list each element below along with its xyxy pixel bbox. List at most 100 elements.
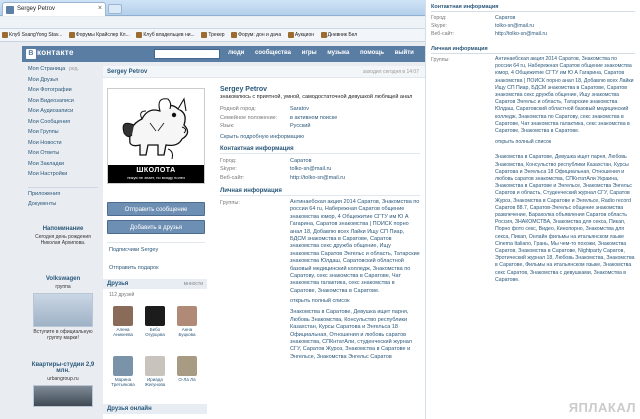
groups-row: Группы: Антинаебская акция 2014 Саратов,… bbox=[220, 199, 420, 295]
rp-personal-title: Личная информация bbox=[431, 46, 635, 54]
ad-apartments[interactable]: Квартиры-студии 2,9 млн. urbangroup.ru bbox=[26, 362, 100, 407]
send-gift-link[interactable]: Отправить подарок bbox=[109, 265, 159, 271]
friend-name[interactable]: Алена Аникеева bbox=[113, 327, 133, 337]
info-row-relationship: Семейное положение: в активном поиске bbox=[220, 114, 420, 123]
menu-news[interactable]: Мои Новости bbox=[22, 140, 102, 151]
friend-name[interactable]: Бебо Огурцова bbox=[145, 327, 165, 337]
menu-apps[interactable]: Приложения bbox=[22, 191, 102, 202]
rp-key: Skype: bbox=[431, 23, 447, 29]
rp-show-full-list-link[interactable]: открыть полный список bbox=[495, 139, 635, 146]
friend-card[interactable]: Марина Третьякова bbox=[111, 356, 135, 387]
ad-subtitle: urbangroup.ru bbox=[47, 376, 79, 382]
personal-section-title: Личная информация bbox=[220, 188, 420, 196]
menu-videos[interactable]: Мои Видеозаписи bbox=[22, 98, 102, 109]
friend-avatar[interactable] bbox=[145, 356, 165, 376]
vk-logo-text: контакте bbox=[37, 48, 74, 57]
online-friends-header[interactable]: Друзья онлайн bbox=[103, 404, 207, 414]
horse-cartoon-image bbox=[108, 89, 204, 167]
friend-name[interactable]: Марина Третьякова bbox=[111, 377, 135, 387]
tab-title: Sergey Petrov bbox=[17, 6, 56, 12]
menu-bookmarks[interactable]: Мои Закладки bbox=[22, 161, 102, 172]
new-tab-button[interactable] bbox=[108, 4, 122, 14]
profile-photo[interactable]: ШКОЛОТА никуя не знает, но всюду полез bbox=[107, 88, 205, 184]
nav-communities[interactable]: сообщества bbox=[255, 50, 291, 56]
menu-groups[interactable]: Мои Группы bbox=[22, 129, 102, 140]
friend-card[interactable]: Алена Аникеева bbox=[111, 306, 135, 337]
menu-audio[interactable]: Мои Аудиозаписи bbox=[22, 108, 102, 119]
ad-title[interactable]: Volkswagen bbox=[26, 276, 100, 282]
bookmark-item[interactable]: Аукцион bbox=[286, 29, 317, 38]
ad-image[interactable] bbox=[33, 385, 93, 407]
info-value[interactable]: в активном поиске bbox=[290, 114, 420, 123]
bookmark-item[interactable]: Клуб SsangYong Stav... bbox=[0, 29, 65, 38]
info-value[interactable]: Русский bbox=[290, 122, 420, 131]
rp-groups-list[interactable]: Антинаебская акция 2014 Саратов, Знакомс… bbox=[495, 56, 635, 135]
bookmark-item[interactable]: Трекер bbox=[199, 29, 227, 38]
ad-text: Вступите в официальную группу марки! bbox=[33, 329, 93, 341]
friend-avatar[interactable] bbox=[177, 356, 197, 376]
friend-card[interactable]: Ириада Жигунова bbox=[143, 356, 167, 387]
friend-name[interactable]: О-Ла Ла bbox=[178, 377, 195, 382]
rp-value[interactable]: tolko-sn@mail.ru bbox=[495, 22, 635, 30]
edit-link[interactable]: ред. bbox=[69, 66, 79, 72]
friend-name[interactable]: Анна Буцкова bbox=[178, 327, 195, 337]
nav-logout[interactable]: выйти bbox=[395, 50, 414, 56]
bookmark-item[interactable]: Клуб владельцев ни... bbox=[134, 29, 197, 38]
ad-image[interactable] bbox=[33, 293, 93, 327]
info-key: Родной город: bbox=[220, 106, 256, 112]
menu-answers[interactable]: Мои Ответы bbox=[22, 150, 102, 161]
send-message-button[interactable]: Отправить сообщение bbox=[107, 202, 205, 216]
friend-avatar[interactable] bbox=[113, 356, 133, 376]
hide-details-link[interactable]: Скрыть подробную информацию bbox=[220, 134, 420, 140]
menu-photos[interactable]: Мои Фотографии bbox=[22, 87, 102, 98]
browser-tab[interactable]: Sergey Petrov × bbox=[2, 2, 106, 16]
menu-my-page[interactable]: Моя Страница ред. bbox=[22, 66, 102, 77]
search-input[interactable] bbox=[154, 49, 220, 59]
top-nav: люди сообщества игры музыка помощь выйти bbox=[228, 50, 423, 56]
contact-value[interactable]: Саратов bbox=[290, 157, 420, 166]
ad-volkswagen[interactable]: Volkswagen группа Вступите в официальную… bbox=[26, 276, 100, 341]
show-full-list-link[interactable]: открыть полный список bbox=[290, 298, 420, 304]
vk-logo[interactable]: Вконтакте bbox=[26, 48, 84, 60]
nav-people[interactable]: люди bbox=[228, 50, 244, 56]
friends-more[interactable]: мнности bbox=[184, 281, 203, 287]
rp-value[interactable]: Саратов bbox=[495, 14, 635, 22]
groups-list-extended[interactable]: Знакомства в Саратове, Девушка ищет парн… bbox=[290, 309, 420, 361]
close-tab-icon[interactable]: × bbox=[98, 5, 102, 12]
menu-messages[interactable]: Мои Сообщения bbox=[22, 119, 102, 130]
menu-friends[interactable]: Мои Друзья bbox=[22, 77, 102, 88]
menu-settings[interactable]: Мои Настройки bbox=[22, 171, 102, 182]
friend-card[interactable]: Анна Буцкова bbox=[175, 306, 199, 337]
rp-value[interactable]: http://tolko-sn@mail.ru bbox=[495, 30, 635, 38]
reminder-text[interactable]: Сегодня день рождения Николая Архипова. bbox=[26, 234, 100, 246]
friends-block-header[interactable]: Друзья мнности bbox=[103, 279, 207, 289]
nav-music[interactable]: музыка bbox=[327, 50, 349, 56]
subscribers-link[interactable]: Подписчики Sergey bbox=[109, 247, 158, 253]
bookmark-item[interactable]: Форумы Крайслер Кл... bbox=[67, 29, 133, 38]
friend-avatar[interactable] bbox=[113, 306, 133, 326]
ad-subtitle: группа bbox=[55, 284, 71, 290]
nav-help[interactable]: помощь bbox=[360, 50, 384, 56]
info-value[interactable]: Saratov bbox=[290, 105, 420, 114]
info-key: Язык: bbox=[220, 123, 235, 129]
menu-documents[interactable]: Документы bbox=[22, 201, 102, 212]
rp-groups-list-extended[interactable]: Знакомства в Саратове, Девушка ищет парн… bbox=[495, 154, 635, 284]
friend-card[interactable]: О-Ла Ла bbox=[175, 356, 199, 382]
groups-list[interactable]: Антинаебская акция 2014 Саратов, Знакомс… bbox=[290, 199, 420, 295]
birthday-reminder: Напоминание Сегодня день рождения Никола… bbox=[26, 226, 100, 246]
rp-groups-key: Группы: bbox=[431, 57, 450, 63]
nav-games[interactable]: игры bbox=[302, 50, 317, 56]
bookmark-item[interactable]: Форум: дон и дача bbox=[229, 29, 284, 38]
bookmark-item[interactable]: Дневник Бел bbox=[319, 29, 361, 38]
friend-avatar[interactable] bbox=[145, 306, 165, 326]
add-friend-button[interactable]: Добавить в друзья bbox=[107, 220, 205, 234]
ad-title[interactable]: Квартиры-студии 2,9 млн. bbox=[26, 362, 100, 374]
friend-card[interactable]: Бебо Огурцова bbox=[143, 306, 167, 337]
rp-key: Веб-сайт: bbox=[431, 31, 455, 37]
contact-value[interactable]: http://tolko-sn@mail.ru bbox=[290, 174, 420, 183]
friend-avatar[interactable] bbox=[177, 306, 197, 326]
contact-value[interactable]: tolko-sn@mail.ru bbox=[290, 165, 420, 174]
friend-name[interactable]: Ириада Жигунова bbox=[145, 377, 165, 387]
rp-contact-row: Город: Саратов bbox=[431, 14, 635, 22]
address-bar-area bbox=[0, 17, 425, 29]
